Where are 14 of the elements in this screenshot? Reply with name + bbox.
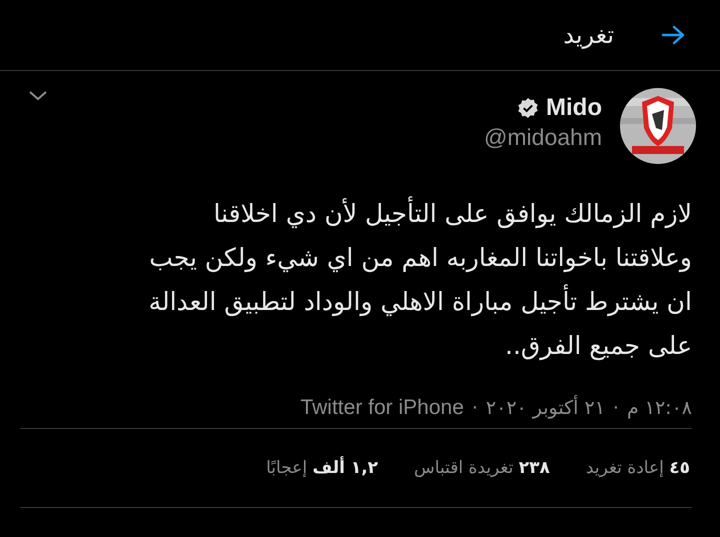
tweet-time: ١٢:٠٨ م [626, 397, 692, 419]
chevron-down-icon[interactable] [28, 90, 48, 102]
separator-dot: · [612, 397, 619, 419]
user-name[interactable]: Mido [546, 94, 602, 122]
tweet-date: ٢١ أكتوبر ٢٠٢٠ [486, 397, 605, 419]
stat-count[interactable]: ٤٥ إعادة تغريد [586, 458, 690, 478]
stat-count[interactable]: ٢٣٨ تغريدة اقتباس [414, 458, 550, 478]
page-title: تغريد [563, 21, 614, 49]
back-icon[interactable] [660, 24, 686, 46]
separator-dot: · [472, 397, 478, 419]
tweet-text: لازم الزمالك يوافق على التأجيل لأن دي اخلاقنا وعلاقتنا باخواتنا المغاربه اهم من اي شيء ولكن يجب ان يشترط تأجيل مباراة الاهلي والوداد لتطبيق العدالة على جميع الفرق.. [0, 170, 720, 368]
source-link[interactable]: Twitter for iPhone [300, 396, 464, 420]
user-handle[interactable]: @midoahm [484, 124, 602, 151]
stat-count[interactable]: ١,٢ ألف إعجابًا [266, 458, 378, 478]
